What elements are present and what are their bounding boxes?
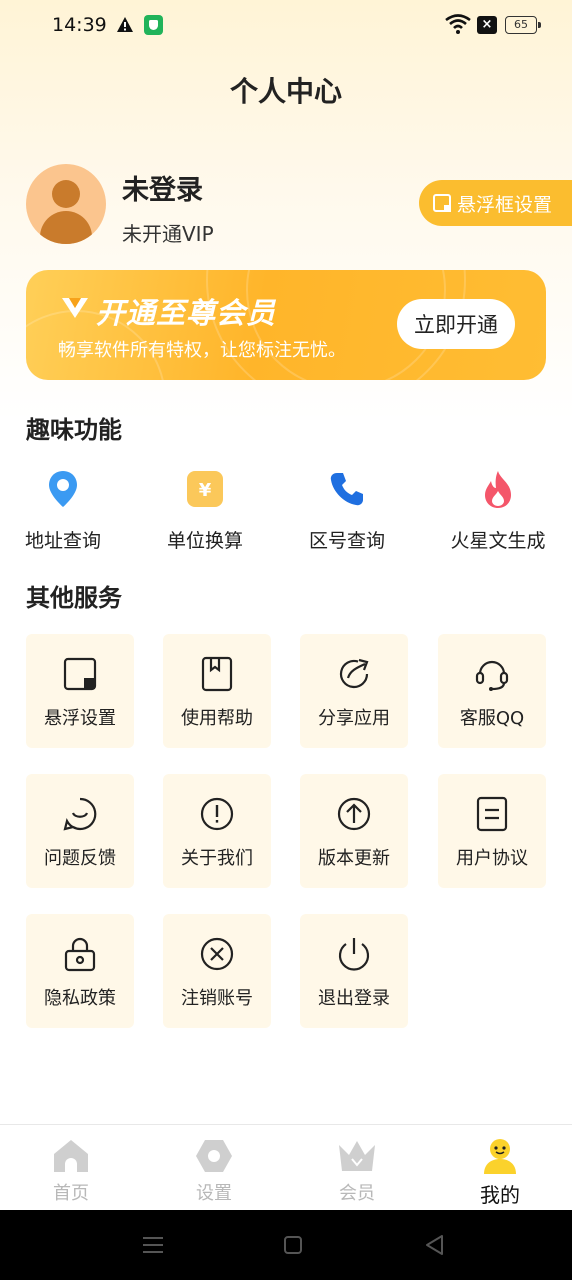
page-title: 个人中心 xyxy=(229,75,342,108)
services-section-title: 其他服务 xyxy=(26,584,122,612)
feature-label: 单位换算 xyxy=(166,530,243,552)
service-usage-help[interactable]: 使用帮助 xyxy=(163,634,271,748)
service-logout[interactable]: 退出登录 xyxy=(300,914,408,1028)
feature-label: 区号查询 xyxy=(308,530,385,552)
service-about-us[interactable]: 关于我们 xyxy=(163,774,271,888)
service-share-app[interactable]: 分享应用 xyxy=(300,634,408,748)
wifi-icon xyxy=(445,14,471,34)
service-version-update[interactable]: 版本更新 xyxy=(300,774,408,888)
vip-banner-title: 开通至尊会员 xyxy=(96,296,277,330)
headset-icon xyxy=(475,660,509,691)
flame-icon xyxy=(485,471,511,508)
vip-banner[interactable]: 开通至尊会员 畅享软件所有特权，让您标注无忧。 立即开通 xyxy=(26,270,546,380)
open-vip-button[interactable]: 立即开通 xyxy=(397,299,515,349)
nav-mine[interactable]: 我的 xyxy=(450,1135,550,1208)
nav-label: 会员 xyxy=(339,1183,375,1204)
document-icon xyxy=(476,796,508,832)
feature-label: 地址查询 xyxy=(24,530,101,552)
crown-icon xyxy=(339,1141,375,1171)
bottom-nav: 首页 设置 会员 我的 xyxy=(0,1124,572,1210)
service-label: 客服QQ xyxy=(459,708,525,729)
no-sim-icon: × xyxy=(477,16,497,34)
service-user-agreement[interactable]: 用户协议 xyxy=(438,774,546,888)
back-icon[interactable] xyxy=(424,1234,444,1256)
system-navigation-bar xyxy=(0,1210,572,1280)
vip-status: 未开通VIP xyxy=(122,222,214,246)
service-label: 悬浮设置 xyxy=(44,708,116,729)
phone-icon xyxy=(330,473,363,506)
service-customer-qq[interactable]: 客服QQ xyxy=(438,634,546,748)
location-pin-icon xyxy=(49,471,77,507)
nav-settings[interactable]: 设置 xyxy=(164,1135,264,1205)
nav-home[interactable]: 首页 xyxy=(21,1135,121,1205)
home-square-icon[interactable] xyxy=(283,1235,303,1255)
service-label: 版本更新 xyxy=(318,848,390,869)
update-arrow-icon xyxy=(337,797,371,831)
help-book-icon xyxy=(201,656,233,692)
service-label: 用户协议 xyxy=(456,848,528,869)
nav-label: 首页 xyxy=(53,1183,89,1204)
svg-text:¥: ¥ xyxy=(199,480,212,501)
vip-banner-description: 畅享软件所有特权，让您标注无忧。 xyxy=(58,340,346,361)
feature-martian-text[interactable]: 火星文生成 xyxy=(433,466,563,553)
service-label: 问题反馈 xyxy=(44,848,116,869)
avatar[interactable] xyxy=(26,164,106,244)
service-label: 注销账号 xyxy=(181,988,253,1009)
floating-window-settings-label: 悬浮框设置 xyxy=(457,193,553,216)
status-time: 14:39 xyxy=(52,14,107,36)
user-name[interactable]: 未登录 xyxy=(122,168,203,207)
close-circle-icon xyxy=(200,937,234,971)
feature-unit-conversion[interactable]: ¥ 单位换算 xyxy=(140,466,270,553)
warning-icon xyxy=(117,17,133,32)
battery-icon: 65 xyxy=(505,16,541,34)
settings-hexagon-icon xyxy=(196,1140,232,1172)
service-label: 关于我们 xyxy=(181,848,253,869)
user-icon xyxy=(484,1139,516,1174)
vip-logo-icon xyxy=(62,298,88,318)
lock-icon xyxy=(64,937,96,972)
fun-section-title: 趣味功能 xyxy=(26,416,122,444)
service-label: 使用帮助 xyxy=(181,708,253,729)
info-exclamation-icon xyxy=(200,797,234,831)
service-floating-settings[interactable]: 悬浮设置 xyxy=(26,634,134,748)
feature-address-lookup[interactable]: 地址查询 xyxy=(0,466,128,553)
service-delete-account[interactable]: 注销账号 xyxy=(163,914,271,1028)
shield-icon xyxy=(144,15,163,35)
status-bar: 14:39 × 65 xyxy=(0,0,572,52)
nav-label: 我的 xyxy=(480,1183,520,1207)
yen-currency-icon: ¥ xyxy=(187,471,223,507)
menu-icon[interactable] xyxy=(142,1235,164,1255)
service-label: 隐私政策 xyxy=(44,988,116,1009)
power-icon xyxy=(338,938,370,971)
floating-window-icon xyxy=(63,657,97,691)
feedback-icon xyxy=(63,797,97,831)
share-icon xyxy=(339,658,369,689)
floating-window-settings-button[interactable]: 悬浮框设置 xyxy=(419,180,572,226)
service-label: 退出登录 xyxy=(318,988,390,1009)
feature-label: 火星文生成 xyxy=(450,530,546,552)
avatar-head xyxy=(52,180,80,208)
service-privacy-policy[interactable]: 隐私政策 xyxy=(26,914,134,1028)
home-icon xyxy=(54,1140,88,1172)
nav-label: 设置 xyxy=(196,1183,232,1204)
nav-membership[interactable]: 会员 xyxy=(307,1135,407,1205)
feature-area-code-lookup[interactable]: 区号查询 xyxy=(282,466,412,553)
service-feedback[interactable]: 问题反馈 xyxy=(26,774,134,888)
service-label: 分享应用 xyxy=(318,708,390,729)
avatar-body xyxy=(40,211,92,244)
floating-window-icon xyxy=(433,194,451,212)
